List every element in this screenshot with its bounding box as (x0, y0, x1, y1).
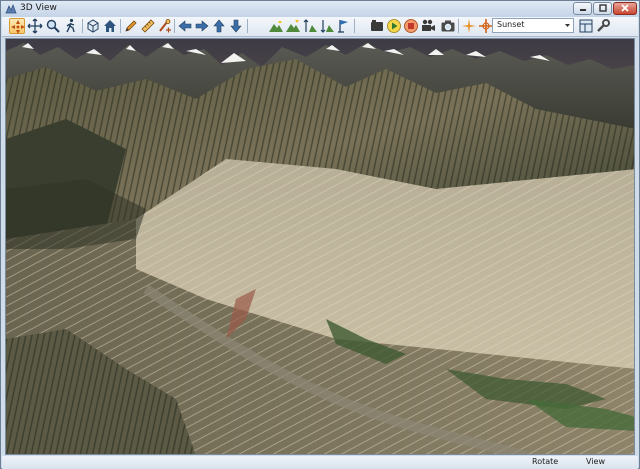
terrain-lower-icon (286, 20, 300, 32)
layout-button[interactable] (578, 18, 594, 34)
terrain-lower-button[interactable] (285, 18, 301, 34)
play-button[interactable] (386, 18, 402, 34)
minimize-icon (579, 9, 586, 11)
home-view-button[interactable] (102, 18, 118, 34)
toolbar-separator (458, 19, 459, 33)
pan-tool-button[interactable] (27, 18, 43, 34)
toolbar-separator (174, 19, 175, 33)
toolbar-separator (354, 19, 355, 33)
wrench-icon (597, 19, 610, 32)
3d-view-window: 3D View Sunset Rotate View (0, 0, 640, 469)
navigate-tool-button[interactable] (9, 18, 25, 34)
settings-button[interactable] (595, 18, 611, 34)
maximize-button[interactable] (593, 2, 612, 15)
walk-icon (66, 18, 75, 33)
move-right-button[interactable] (194, 18, 210, 34)
lighting-preset-select[interactable]: Sunset (492, 18, 574, 33)
cube-view-button[interactable] (85, 18, 101, 34)
app-logo-icon (5, 4, 17, 14)
arrow-left-icon (178, 20, 192, 32)
cube-view-icon (87, 19, 99, 33)
record-icon (371, 20, 383, 31)
terrain-raise-icon (269, 20, 283, 32)
stop-icon (404, 19, 418, 33)
pencil-icon (125, 20, 137, 32)
home-icon (104, 20, 116, 32)
toolbar-separator (247, 19, 248, 33)
play-icon (387, 19, 401, 33)
flag-button[interactable] (336, 18, 352, 34)
measure-button[interactable] (157, 18, 173, 34)
record-button[interactable] (369, 18, 385, 34)
pan-icon (27, 18, 43, 34)
navigate-icon (11, 20, 25, 34)
chevron-down-icon (565, 24, 570, 27)
video-camera-button[interactable] (420, 18, 436, 34)
sun-position-icon (462, 19, 476, 33)
measure-icon (159, 19, 171, 33)
snapshot-button[interactable] (440, 18, 456, 34)
toolbar-separator (82, 19, 83, 33)
exaggeration-up-icon (303, 19, 317, 32)
move-left-button[interactable] (177, 18, 193, 34)
draw-button[interactable] (123, 18, 139, 34)
status-panel: View (586, 457, 605, 466)
terrain-scene (6, 39, 634, 454)
arrow-down-icon (230, 19, 242, 33)
sun-position-button[interactable] (461, 18, 477, 34)
layout-icon (579, 19, 593, 33)
lighting-preset-value: Sunset (497, 20, 525, 29)
status-bar: Rotate View (2, 456, 638, 469)
ruler-button[interactable] (140, 18, 156, 34)
snapshot-icon (441, 20, 455, 32)
flag-icon (338, 20, 348, 33)
exaggeration-up-button[interactable] (302, 18, 318, 34)
arrow-right-icon (195, 20, 209, 32)
status-mode: Rotate (532, 457, 559, 466)
ruler-icon (141, 19, 155, 33)
move-up-button[interactable] (211, 18, 227, 34)
close-button[interactable] (613, 2, 637, 15)
maximize-icon (598, 4, 607, 12)
terrain-raise-button[interactable] (268, 18, 284, 34)
close-icon (621, 4, 629, 12)
arrow-up-icon (213, 19, 225, 33)
toolbar-separator (120, 19, 121, 33)
zoom-tool-button[interactable] (45, 18, 61, 34)
move-down-button[interactable] (228, 18, 244, 34)
toolbar: Sunset (2, 17, 638, 37)
walk-tool-button[interactable] (63, 18, 79, 34)
3d-terrain-viewport[interactable] (5, 38, 635, 455)
exaggeration-down-button[interactable] (319, 18, 335, 34)
minimize-button[interactable] (573, 2, 592, 15)
exaggeration-down-icon (320, 20, 334, 33)
stop-button[interactable] (403, 18, 419, 34)
title-bar[interactable]: 3D View (1, 1, 639, 17)
video-camera-icon (422, 19, 435, 31)
window-title: 3D View (20, 3, 57, 13)
zoom-icon (46, 19, 60, 33)
